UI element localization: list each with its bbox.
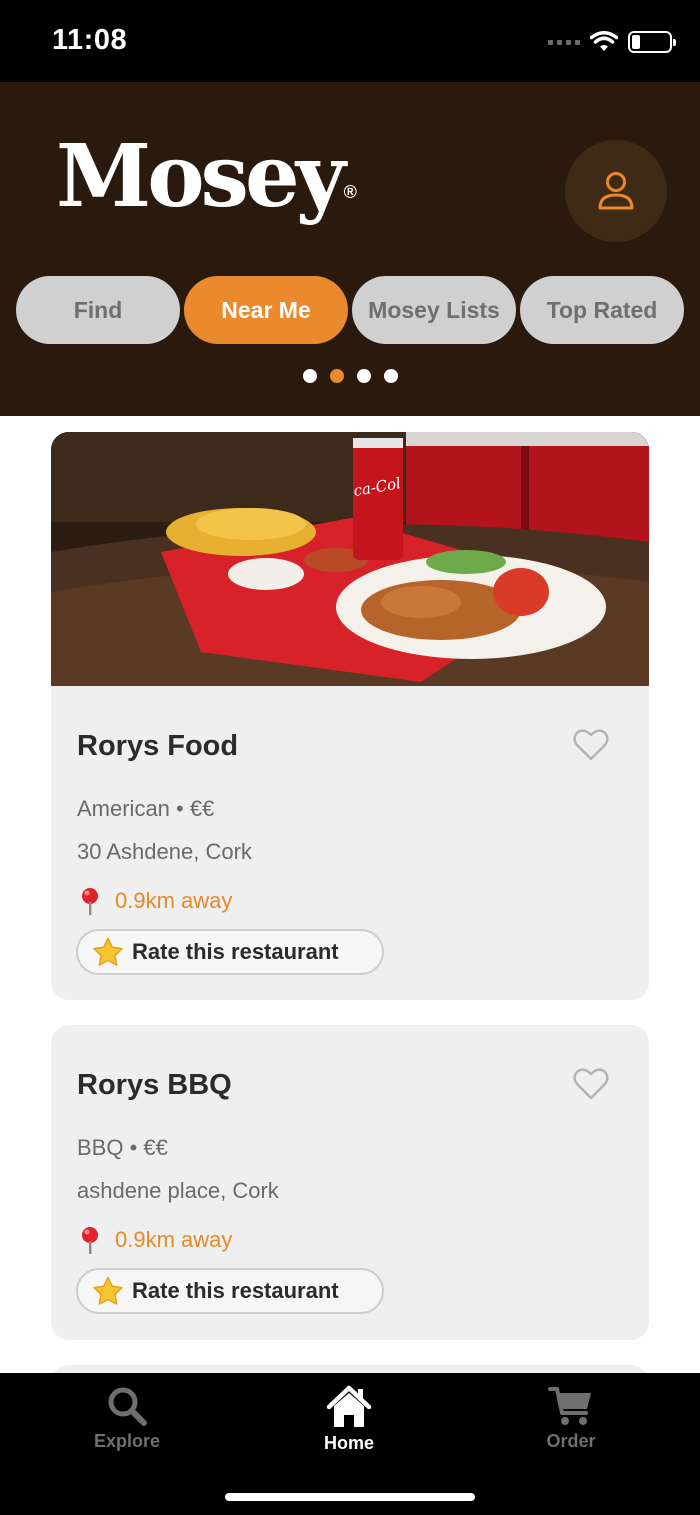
cellular-signal-icon bbox=[548, 39, 580, 45]
restaurant-address: 30 Ashdene, Cork bbox=[77, 839, 252, 864]
rate-label: Rate this restaurant bbox=[132, 1278, 339, 1303]
tab-near-me[interactable]: Near Me bbox=[184, 276, 348, 344]
cuisine-price: BBQ • €€ bbox=[77, 1135, 168, 1160]
restaurant-photo: ca-Col bbox=[51, 432, 649, 686]
nav-label: Order bbox=[546, 1431, 596, 1451]
nav-order[interactable]: Order bbox=[491, 1385, 651, 1452]
tab-top-rated[interactable]: Top Rated bbox=[520, 276, 684, 344]
tab-mosey-lists[interactable]: Mosey Lists bbox=[352, 276, 516, 344]
page-dot-active[interactable] bbox=[329, 369, 344, 383]
distance-text: 0.9km away bbox=[115, 888, 233, 913]
restaurant-name[interactable]: Rorys Food bbox=[77, 730, 238, 763]
mosey-logo: Mosey ® bbox=[56, 134, 357, 220]
app-header: Mosey ® Find Near Me Mosey Lists Top Rate… bbox=[0, 82, 700, 416]
cuisine-price: American • €€ bbox=[77, 796, 215, 821]
rate-restaurant-button[interactable]: Rate this restaurant bbox=[76, 929, 384, 975]
distance-row: 0.9km away bbox=[77, 886, 232, 916]
logo-text: Mosey bbox=[56, 126, 346, 227]
restaurant-card[interactable]: Rorys BBQ BBQ • €€ ashdene place, Cork 0… bbox=[51, 1025, 649, 1340]
registered-mark: ® bbox=[343, 182, 357, 202]
distance-row: 0.9km away bbox=[77, 1225, 232, 1255]
battery-icon bbox=[628, 31, 676, 53]
home-icon bbox=[326, 1385, 372, 1427]
rate-label: Rate this restaurant bbox=[132, 939, 339, 964]
heart-icon[interactable] bbox=[573, 728, 609, 762]
star-icon bbox=[93, 1276, 123, 1305]
food-photo-illustration: ca-Col bbox=[51, 432, 649, 686]
search-icon bbox=[108, 1387, 147, 1426]
location-pin-icon bbox=[82, 888, 98, 915]
rate-restaurant-button[interactable]: Rate this restaurant bbox=[76, 1268, 384, 1314]
category-tabs: Find Near Me Mosey Lists Top Rated bbox=[16, 276, 684, 344]
restaurant-address: ashdene place, Cork bbox=[77, 1178, 279, 1203]
cart-icon bbox=[548, 1387, 591, 1425]
star-icon bbox=[93, 937, 123, 966]
page-dot[interactable] bbox=[356, 369, 371, 383]
heart-icon[interactable] bbox=[573, 1067, 609, 1101]
page-dot[interactable] bbox=[302, 369, 317, 383]
status-time: 11:08 bbox=[52, 24, 128, 56]
status-bar: 11:08 bbox=[0, 0, 700, 82]
wifi-icon bbox=[590, 31, 618, 51]
location-pin-icon bbox=[82, 1227, 98, 1254]
screen: 11:08 Mosey ® Find Near Me Mosey Lists T… bbox=[0, 0, 700, 1515]
status-icons bbox=[548, 28, 676, 56]
tab-find[interactable]: Find bbox=[16, 276, 180, 344]
restaurant-name[interactable]: Rorys BBQ bbox=[77, 1069, 232, 1102]
nav-label: Home bbox=[323, 1433, 374, 1453]
distance-text: 0.9km away bbox=[115, 1227, 233, 1252]
profile-button[interactable] bbox=[565, 140, 667, 242]
home-indicator[interactable] bbox=[225, 1493, 475, 1501]
restaurant-card[interactable]: ca-Col Rorys Food American • €€ 30 Ashde… bbox=[51, 432, 649, 1000]
nav-label: Explore bbox=[93, 1431, 161, 1451]
person-icon bbox=[598, 172, 634, 210]
page-indicator bbox=[0, 369, 700, 383]
nav-explore[interactable]: Explore bbox=[47, 1385, 207, 1452]
page-dot[interactable] bbox=[383, 369, 398, 383]
nav-home[interactable]: Home bbox=[269, 1385, 429, 1454]
